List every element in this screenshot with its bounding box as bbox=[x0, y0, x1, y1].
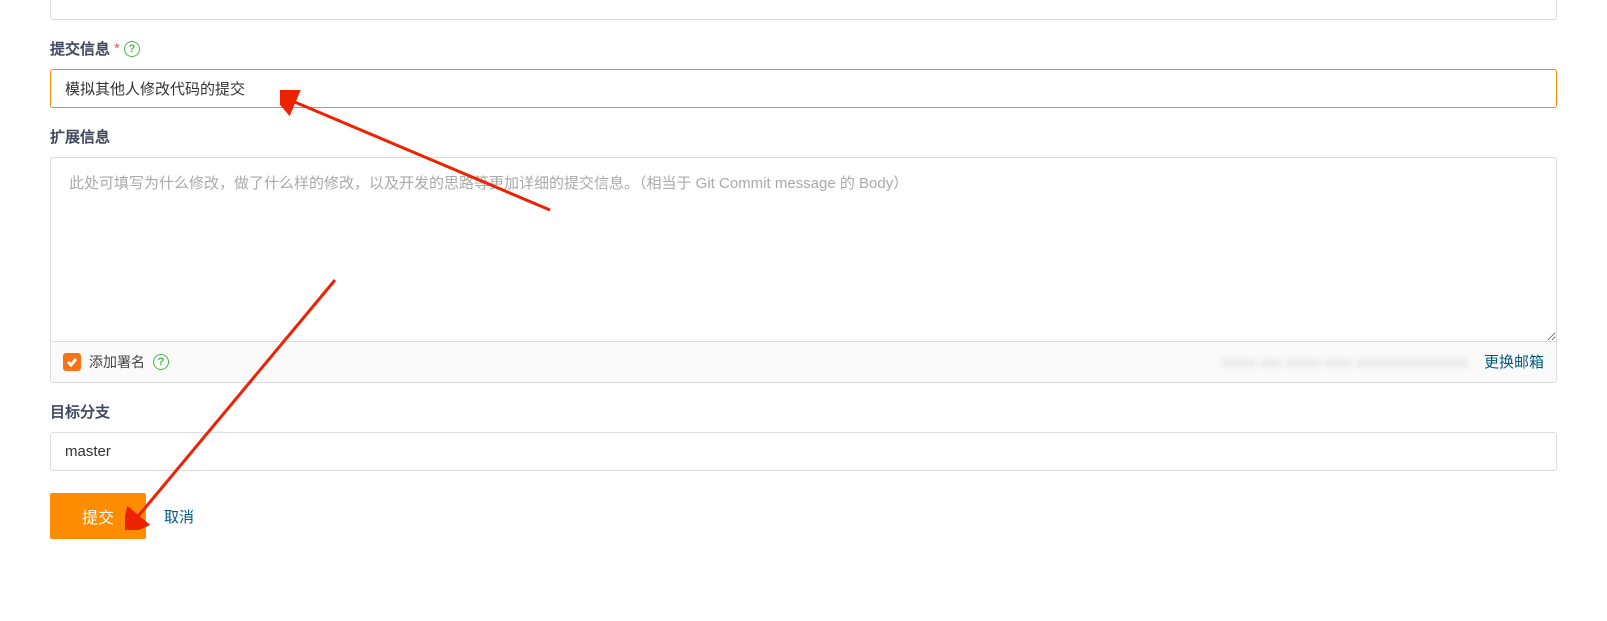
submit-button[interactable]: 提交 bbox=[50, 493, 146, 539]
extended-info-group: 扩展信息 添加署名 ? xxxxx xxx xxxxx xxxx xxxxxxx… bbox=[50, 126, 1557, 383]
button-row: 提交 取消 bbox=[50, 493, 1557, 539]
cancel-link[interactable]: 取消 bbox=[164, 506, 194, 527]
change-email-link[interactable]: 更换邮箱 bbox=[1484, 351, 1544, 372]
target-branch-group: 目标分支 bbox=[50, 401, 1557, 471]
extended-info-label: 扩展信息 bbox=[50, 126, 1557, 147]
signature-checkbox[interactable] bbox=[63, 353, 81, 371]
signature-label: 添加署名 bbox=[89, 352, 145, 372]
target-branch-input[interactable] bbox=[50, 432, 1557, 471]
commit-message-label: 提交信息 * ? bbox=[50, 38, 1557, 59]
check-icon bbox=[66, 356, 78, 368]
signature-bar: 添加署名 ? xxxxx xxx xxxxx xxxx xxxxxxxxxxxx… bbox=[50, 341, 1557, 383]
help-icon[interactable]: ? bbox=[153, 354, 169, 370]
help-icon[interactable]: ? bbox=[124, 41, 140, 57]
target-branch-label-text: 目标分支 bbox=[50, 401, 110, 422]
commit-message-group: 提交信息 * ? bbox=[50, 38, 1557, 108]
target-branch-label: 目标分支 bbox=[50, 401, 1557, 422]
signature-checkbox-wrap: 添加署名 ? bbox=[63, 352, 169, 372]
extended-info-textarea[interactable] bbox=[50, 157, 1557, 342]
extended-info-label-text: 扩展信息 bbox=[50, 126, 110, 147]
required-mark: * bbox=[114, 40, 120, 57]
commit-message-input[interactable] bbox=[50, 69, 1557, 108]
previous-field-bottom bbox=[50, 0, 1557, 20]
signature-email-blurred: xxxxx xxx xxxxx xxxx xxxxxxxxxxxxxxxx bbox=[1221, 354, 1468, 370]
commit-message-label-text: 提交信息 bbox=[50, 38, 110, 59]
